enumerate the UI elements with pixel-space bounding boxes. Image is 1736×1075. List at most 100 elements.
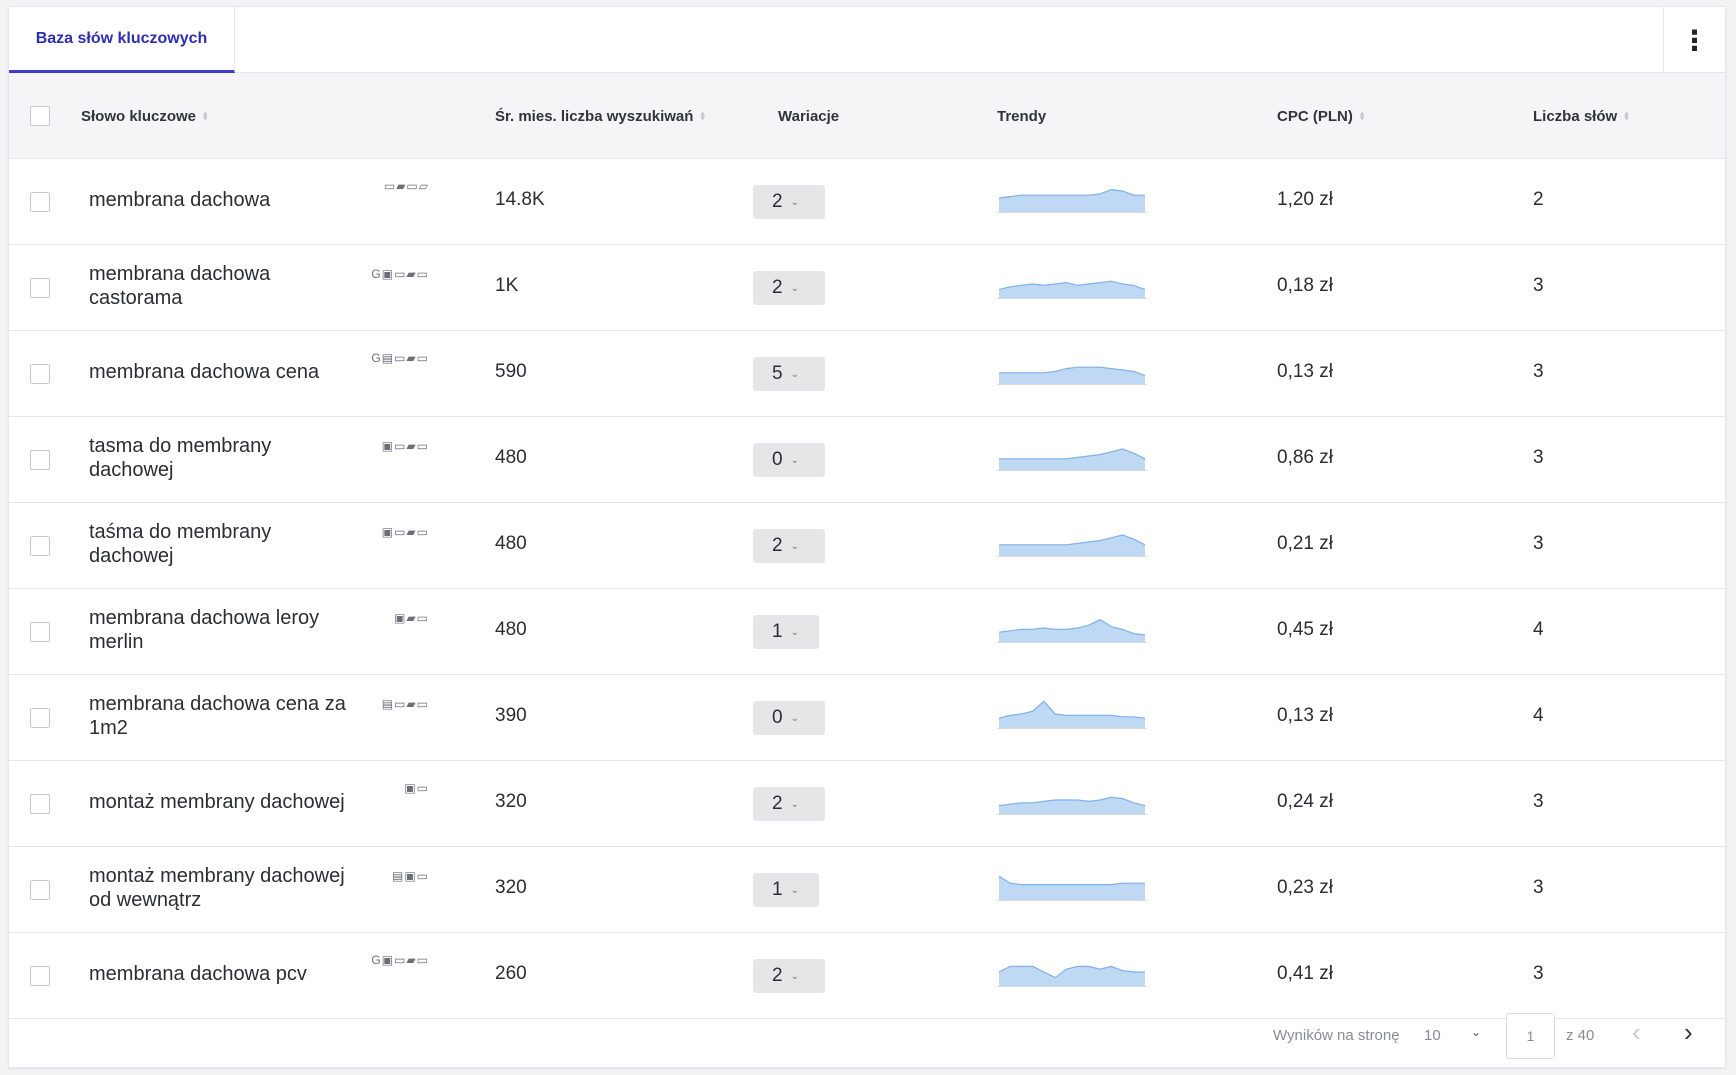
sort-icon[interactable]: ▴ ▾ (203, 109, 209, 123)
row-checkbox[interactable] (30, 192, 50, 212)
keyword-text: tasma do membrany dachowej (89, 435, 272, 481)
serp-features-icons: ▣▰▭ (394, 611, 429, 625)
search-volume: 14.8K (495, 189, 545, 210)
keyword-text: membrana dachowa cena za 1m2 (89, 693, 346, 739)
serp-features-icons: G▣▭▰▭ (371, 267, 429, 281)
sort-icon[interactable]: ▴ ▾ (700, 109, 706, 123)
row-checkbox[interactable] (30, 794, 50, 814)
table-row[interactable]: tasma do membrany dachowej ▣▭▰▭ 480 0 ⌄ 0,86 … (9, 417, 1725, 503)
column-header-variations-label: Wariacje (778, 107, 840, 125)
word-count-value: 3 (1533, 361, 1544, 382)
tab-bar: Baza słów kluczowych ⋮ (9, 7, 1725, 73)
column-header-cpc[interactable]: CPC (PLN) ▴ ▾ (1277, 73, 1366, 159)
cpc-value: 0,23 zł (1277, 877, 1333, 898)
table-row[interactable]: membrana dachowa leroy merlin ▣▰▭ 480 1 ⌄ 0,4… (9, 589, 1725, 675)
table-row[interactable]: membrana dachowa cena G▤▭▰▭ 590 5 ⌄ 0,13 zł 3 (9, 331, 1725, 417)
per-page-select[interactable]: 10 (1424, 1027, 1441, 1044)
trend-area (999, 966, 1145, 986)
column-header-volume[interactable]: Śr. mies. liczba wyszukiwań ▴ ▾ (495, 73, 706, 159)
serp-features-icons: ▤▣▭ (391, 869, 429, 883)
variations-dropdown[interactable]: 0 ⌄ (753, 443, 825, 477)
variations-dropdown[interactable]: 0 ⌄ (753, 701, 825, 735)
serp-features-icons: ▣▭ (404, 781, 429, 795)
column-header-word-count[interactable]: Liczba słów ▴ ▾ (1533, 73, 1630, 159)
variations-dropdown[interactable]: 2 ⌄ (753, 959, 825, 993)
table-row[interactable]: montaż membrany dachowej od wewnątrz ▤▣▭ 3… (9, 847, 1725, 933)
table-row[interactable]: membrana dachowa ▭▰▭▱ 14.8K 2 ⌄ 1,20 zł 2 (9, 159, 1725, 245)
trend-area (999, 189, 1145, 212)
search-volume: 320 (495, 791, 527, 812)
variations-count: 2 (772, 535, 783, 556)
word-count-value: 4 (1533, 619, 1544, 640)
table-row[interactable]: membrana dachowa castorama G▣▭▰▭ 1K 2 ⌄ 0,18 … (9, 245, 1725, 331)
sort-icon[interactable]: ▴ ▾ (1360, 109, 1366, 123)
word-count-value: 2 (1533, 189, 1544, 210)
next-page-icon[interactable]: › (1684, 1017, 1693, 1048)
table-header: Słowo kluczowe ▴ ▾ Śr. mies. liczba wyszu… (9, 73, 1725, 159)
trend-line (998, 875, 1145, 886)
variations-count: 1 (772, 879, 783, 900)
chevron-down-icon: ⌄ (790, 712, 799, 724)
search-volume: 480 (495, 447, 527, 468)
row-checkbox[interactable] (30, 450, 50, 470)
column-header-trends: Trendy (997, 73, 1046, 159)
variations-count: 2 (772, 965, 783, 986)
cpc-value: 0,13 zł (1277, 705, 1333, 726)
trend-sparkline (997, 534, 1147, 557)
variations-count: 0 (772, 449, 783, 470)
chevron-down-icon: ⌄ (790, 282, 799, 294)
variations-dropdown[interactable]: 2 ⌄ (753, 787, 825, 821)
variations-dropdown[interactable]: 1 ⌄ (753, 873, 819, 907)
sort-icon[interactable]: ▴ ▾ (1624, 109, 1630, 123)
table-row[interactable]: montaż membrany dachowej ▣▭ 320 2 ⌄ 0,24 zł 3 (9, 761, 1725, 847)
row-checkbox[interactable] (30, 708, 50, 728)
keyword-text: membrana dachowa castorama (89, 263, 271, 309)
trend-area (999, 876, 1145, 900)
column-header-keyword-label: Słowo kluczowe (81, 107, 197, 125)
trend-area (999, 535, 1145, 556)
column-header-volume-label: Śr. mies. liczba wyszukiwań (495, 107, 694, 125)
trend-sparkline (997, 366, 1147, 385)
row-checkbox[interactable] (30, 880, 50, 900)
variations-dropdown[interactable]: 2 ⌄ (753, 185, 825, 219)
tab-keyword-database[interactable]: Baza słów kluczowych (9, 7, 235, 73)
pagination-bar: Wyników na stronę 10 ⌄ z 40 ‹ › (9, 1003, 1725, 1067)
keyword-text: membrana dachowa (89, 189, 271, 211)
word-count-value: 3 (1533, 447, 1544, 468)
variations-dropdown[interactable]: 2 ⌄ (753, 271, 825, 305)
row-checkbox[interactable] (30, 278, 50, 298)
row-checkbox[interactable] (30, 536, 50, 556)
search-volume: 480 (495, 619, 527, 640)
table-row[interactable]: membrana dachowa cena za 1m2 ▤▭▰▭ 390 0 ⌄ 0,1… (9, 675, 1725, 761)
keyword-text: membrana dachowa pcv (89, 963, 307, 985)
page-number-input[interactable] (1506, 1013, 1555, 1059)
word-count-value: 3 (1533, 963, 1544, 984)
word-count-value: 3 (1533, 275, 1544, 296)
more-options-icon[interactable]: ⋮ (1663, 7, 1725, 73)
cpc-value: 0,41 zł (1277, 963, 1333, 984)
chevron-down-icon[interactable]: ⌄ (1471, 1025, 1481, 1039)
chevron-down-icon: ⌄ (790, 798, 799, 810)
select-all-checkbox[interactable] (30, 106, 50, 126)
variations-count: 2 (772, 277, 783, 298)
table-row[interactable]: taśma do membrany dachowej ▣▭▰▭ 480 2 ⌄ 0,21 … (9, 503, 1725, 589)
variations-dropdown[interactable]: 2 ⌄ (753, 529, 825, 563)
serp-features-icons: G▤▭▰▭ (371, 351, 429, 365)
row-checkbox[interactable] (30, 364, 50, 384)
serp-features-icons: ▣▭▰▭ (381, 439, 429, 453)
chevron-down-icon: ⌄ (790, 368, 799, 380)
previous-page-icon[interactable]: ‹ (1632, 1017, 1641, 1048)
cpc-value: 0,18 zł (1277, 275, 1333, 296)
search-volume: 260 (495, 963, 527, 984)
row-checkbox[interactable] (30, 966, 50, 986)
per-page-label: Wyników na stronę (1273, 1027, 1400, 1044)
variations-dropdown[interactable]: 1 ⌄ (753, 615, 819, 649)
column-header-keyword[interactable]: Słowo kluczowe ▴ ▾ (81, 73, 209, 159)
search-volume: 590 (495, 361, 527, 382)
variations-dropdown[interactable]: 5 ⌄ (753, 357, 825, 391)
row-checkbox[interactable] (30, 622, 50, 642)
search-volume: 1K (495, 275, 519, 296)
chevron-down-icon: ⌄ (790, 540, 799, 552)
trend-sparkline (997, 188, 1147, 213)
cpc-value: 0,13 zł (1277, 361, 1333, 382)
